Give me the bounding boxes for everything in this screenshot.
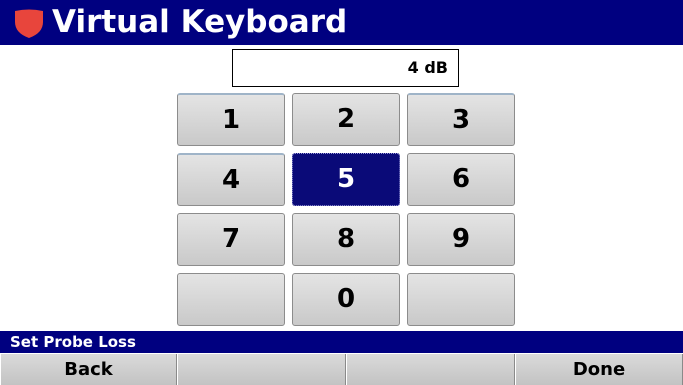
title-bar: Virtual Keyboard — [0, 0, 683, 45]
key-blank-left[interactable] — [177, 273, 285, 326]
done-button[interactable]: Done — [515, 354, 683, 385]
screen: Virtual Keyboard 4 dB 1 2 3 4 5 6 7 8 9 … — [0, 0, 683, 385]
shield-icon — [15, 9, 43, 38]
key-9[interactable]: 9 — [407, 213, 515, 266]
key-5[interactable]: 5 — [292, 153, 400, 206]
key-0[interactable]: 0 — [292, 273, 400, 326]
key-8[interactable]: 8 — [292, 213, 400, 266]
value-display[interactable]: 4 dB — [232, 49, 459, 87]
back-button[interactable]: Back — [0, 354, 177, 385]
softkey-2[interactable] — [177, 354, 346, 385]
key-2[interactable]: 2 — [292, 93, 400, 146]
key-1[interactable]: 1 — [177, 93, 285, 146]
prompt-bar: Set Probe Loss — [0, 331, 683, 353]
page-title: Virtual Keyboard — [52, 4, 348, 40]
key-6[interactable]: 6 — [407, 153, 515, 206]
key-7[interactable]: 7 — [177, 213, 285, 266]
key-3[interactable]: 3 — [407, 93, 515, 146]
softkey-3[interactable] — [346, 354, 515, 385]
key-blank-right[interactable] — [407, 273, 515, 326]
key-4[interactable]: 4 — [177, 153, 285, 206]
